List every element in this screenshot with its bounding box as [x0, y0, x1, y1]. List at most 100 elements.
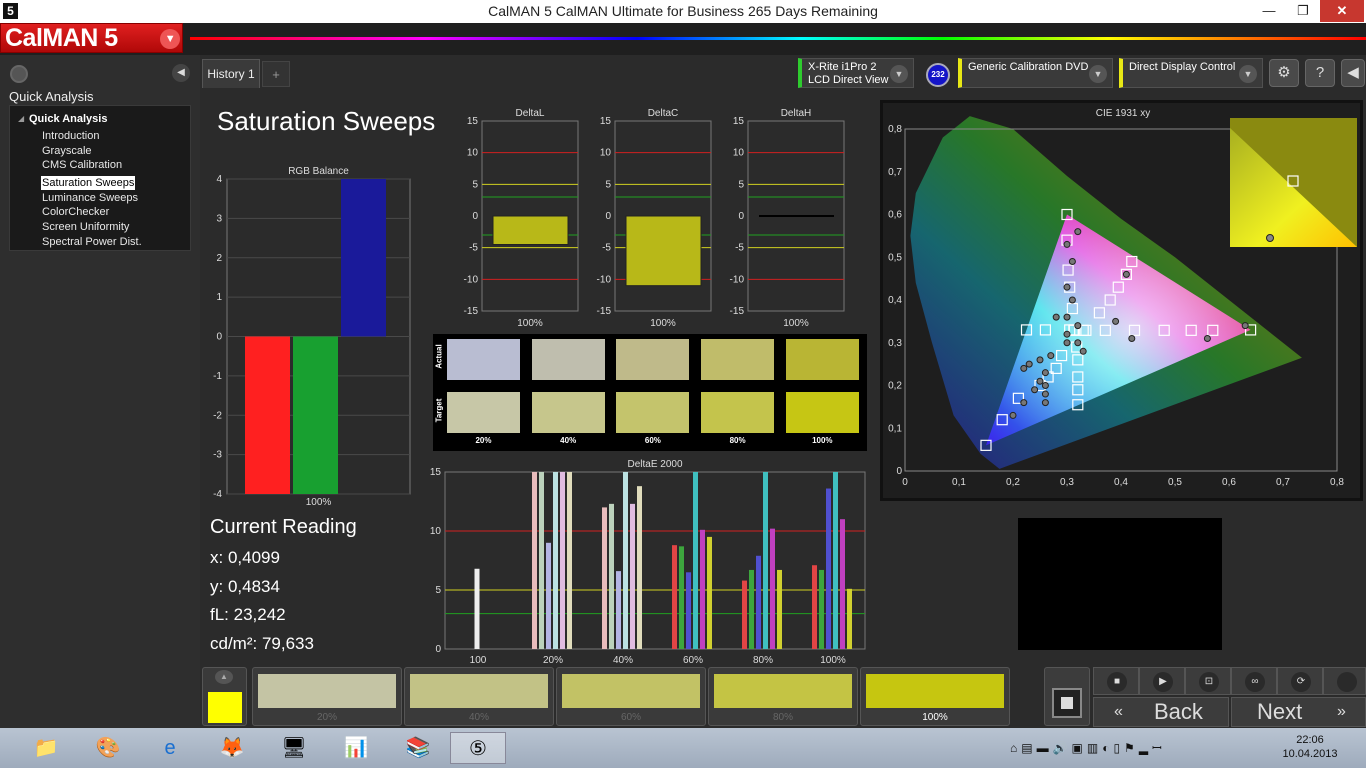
system-tray-icons[interactable]: ⌂▤▬🔊▣▥◐▯⚑▂ꟷ	[1010, 732, 1290, 764]
deltae-bar	[679, 546, 684, 649]
measured-point	[1128, 334, 1136, 342]
firefox-icon[interactable]: 🦊	[210, 732, 254, 764]
next-button[interactable]: Next »	[1231, 697, 1366, 727]
stop-button[interactable]: ■	[1093, 667, 1139, 695]
display-name: Direct Display Control	[1129, 61, 1236, 73]
pin-icon[interactable]	[10, 65, 28, 83]
meter-selector[interactable]: X-Rite i1Pro 2 LCD Direct View ▼	[798, 58, 914, 88]
current-pattern-swatch	[208, 692, 242, 723]
pattern-step-label: 100%	[922, 712, 948, 723]
deltac-chart: DeltaC 15 10 5 0 -5 -10 -15 100%	[597, 108, 712, 328]
sync-button[interactable]: ⟳	[1277, 667, 1323, 695]
display-selector[interactable]: Direct Display Control ▼	[1119, 58, 1263, 88]
sidebar-item-cms-calibration[interactable]: CMS Calibration	[41, 158, 143, 173]
deltae-bar	[532, 472, 537, 649]
chevron-up-icon[interactable]: ▲	[215, 670, 233, 684]
measured-point	[1074, 228, 1082, 236]
tick-label: 0	[738, 211, 744, 222]
deltae-bar	[777, 569, 782, 649]
paint-icon[interactable]: 🎨	[86, 732, 130, 764]
measured-point	[1063, 339, 1071, 347]
sidebar-item-introduction[interactable]: Introduction	[41, 129, 143, 144]
tick-label: -4	[213, 489, 222, 500]
tab-history-1[interactable]: History 1	[202, 59, 260, 88]
sidebar-item-grayscale[interactable]: Grayscale	[41, 144, 143, 159]
measured-point	[1047, 352, 1055, 360]
minimize-button[interactable]: —	[1252, 0, 1286, 22]
fit-button[interactable]: ⊡	[1185, 667, 1231, 695]
collapse-icon[interactable]: ◀	[1341, 59, 1365, 87]
pattern-step-label: 40%	[468, 712, 489, 723]
deltae-bar	[546, 542, 551, 649]
pattern-step-4[interactable]: 80%	[708, 667, 858, 726]
chart-title: DeltaC	[648, 108, 679, 119]
chart-title: DeltaH	[781, 108, 812, 119]
sidebar-item-spectral-power-dist-[interactable]: Spectral Power Dist.	[41, 235, 143, 250]
file-explorer-icon[interactable]: 📁	[24, 732, 68, 764]
color-swatch-comparison: Actual Target 20% 40% 60% 80% 100%	[433, 334, 867, 451]
sidebar-item-luminance-sweeps[interactable]: Luminance Sweeps	[41, 191, 143, 206]
source-selector[interactable]: Generic Calibration DVD ▼	[958, 58, 1113, 88]
chevron-left-icon: «	[1114, 703, 1123, 720]
tick-label: -2	[213, 410, 222, 421]
actual-swatch	[447, 339, 520, 380]
deltae-bar	[553, 472, 558, 649]
y-tick-label: 0,1	[888, 423, 902, 434]
calman-task-icon[interactable]: ⑤	[450, 732, 506, 764]
deltal-chart: DeltaL 15 10 5 0 -5 -10 -15 100%	[464, 108, 579, 328]
reading-y: y: 0,4834	[210, 576, 280, 596]
system-clock[interactable]: 22:06 10.04.2013	[1280, 733, 1340, 761]
play-button[interactable]: ▶	[1139, 667, 1185, 695]
current-pattern[interactable]: ▲	[202, 667, 247, 726]
deltae-2000-chart: DeltaE 2000 0 5 10 15 100 20% 40% 60% 80% 100%	[430, 459, 866, 663]
tree-expand-icon[interactable]: ◢	[18, 114, 24, 123]
tick-label: 0	[435, 644, 441, 655]
pattern-step-2[interactable]: 40%	[404, 667, 554, 726]
measured-point	[1041, 399, 1049, 407]
sidebar-item-saturation-sweeps[interactable]: Saturation Sweeps	[41, 175, 136, 191]
deltae-bar	[567, 472, 572, 649]
stop-all-button[interactable]	[1044, 667, 1090, 726]
help-icon[interactable]: ?	[1305, 59, 1335, 87]
settings-gear-icon[interactable]: ⚙	[1269, 59, 1299, 87]
deltae-bar	[749, 569, 754, 649]
swatch-label: 100%	[812, 436, 833, 445]
x-tick-label: 0,4	[1114, 477, 1128, 488]
internet-explorer-icon[interactable]: e	[148, 732, 192, 764]
sidebar-item-colorchecker[interactable]: ColorChecker	[41, 205, 143, 220]
reading-cdm2: cd/m²: 79,633	[210, 633, 314, 653]
close-button[interactable]: ✕	[1320, 0, 1364, 22]
pattern-step-color	[866, 674, 1004, 708]
sidebar-item-screen-uniformity[interactable]: Screen Uniformity	[41, 220, 143, 235]
tick-label: 5	[738, 179, 744, 190]
y-tick-label: 0,7	[888, 167, 902, 178]
winrar-icon[interactable]: 📚	[396, 732, 440, 764]
measured-point	[1031, 386, 1039, 394]
equalizer-app-icon[interactable]: 📊	[334, 732, 378, 764]
tick-label: 15	[733, 116, 745, 127]
loop-button[interactable]: ∞	[1231, 667, 1277, 695]
calman-logo-button[interactable]: CalMAN 5 ▼	[0, 23, 183, 53]
swatch-label: 40%	[560, 436, 577, 445]
pattern-step-5[interactable]: 100%	[860, 667, 1010, 726]
extra-button[interactable]	[1323, 667, 1366, 695]
collapse-sidebar-icon[interactable]: ◀	[172, 64, 190, 82]
pattern-step-label: 80%	[772, 712, 793, 723]
pattern-step-1[interactable]: 20%	[252, 667, 402, 726]
meter-badge[interactable]: 232	[926, 63, 950, 87]
pattern-step-3[interactable]: 60%	[556, 667, 706, 726]
y-tick-label: 0,6	[888, 210, 902, 221]
measured-point	[1063, 240, 1071, 248]
tree-root[interactable]: Quick Analysis	[29, 113, 107, 125]
back-button[interactable]: « Back	[1093, 697, 1229, 727]
chart-title: RGB Balance	[288, 166, 349, 177]
pattern-step-color	[410, 674, 548, 708]
maximize-button[interactable]: ❐	[1286, 0, 1320, 22]
measured-point	[1036, 356, 1044, 364]
deltah-chart: DeltaH 15 10 5 0 -5 -10 -15 100%	[730, 108, 845, 328]
monitor-app-icon[interactable]: 🖥	[272, 732, 316, 764]
deltae-bar	[602, 507, 607, 649]
deltae-bar	[833, 472, 838, 649]
add-tab-button[interactable]: +	[262, 61, 290, 87]
bar-b	[341, 179, 386, 337]
